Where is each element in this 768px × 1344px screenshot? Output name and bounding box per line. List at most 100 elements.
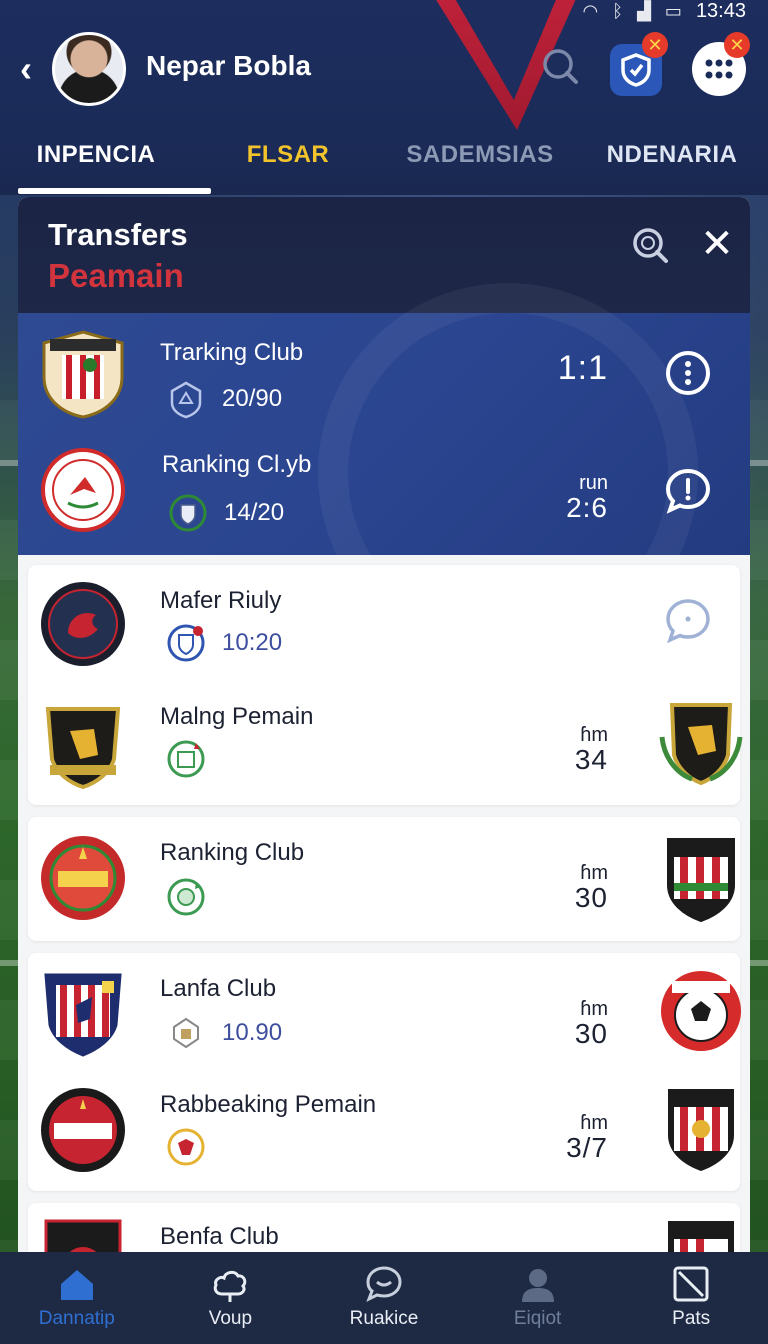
score-value: 34 bbox=[574, 744, 608, 775]
list-item[interactable]: Trarking Club 20/90 1:1 bbox=[18, 313, 750, 431]
more-icon[interactable] bbox=[664, 349, 712, 397]
nav-label: Voup bbox=[208, 1308, 253, 1329]
row-value: 10:20 bbox=[222, 629, 283, 656]
nav-label: Pats bbox=[672, 1308, 711, 1329]
badge-icon bbox=[170, 381, 202, 419]
row-subinfo: 20/90 bbox=[166, 379, 282, 419]
row-subinfo bbox=[166, 739, 206, 779]
cloud-icon bbox=[214, 1270, 247, 1302]
club-crest-icon bbox=[41, 1088, 125, 1172]
status-time: 13:43 bbox=[695, 0, 746, 22]
profile-icon bbox=[521, 1269, 554, 1302]
search-icon[interactable] bbox=[630, 225, 670, 265]
score: run 2:6 bbox=[538, 473, 608, 523]
score: ɦm 3/7 bbox=[548, 1113, 608, 1163]
club-crest-icon bbox=[41, 448, 125, 532]
club-crest-icon bbox=[661, 971, 741, 1051]
active-tab-indicator bbox=[18, 188, 211, 194]
panel-header: Transfers Peamain ✕ bbox=[18, 197, 750, 315]
row-subinfo: 10.90 bbox=[166, 1013, 282, 1053]
result-card: Lanfa Club 10.90 ɦm 30 Rabbeaking Pemain… bbox=[28, 953, 741, 1191]
tab-flsar[interactable]: FLSAR bbox=[192, 132, 384, 188]
nav-item-pats[interactable]: Pats bbox=[614, 1252, 768, 1344]
nav-item-ruakice[interactable]: Ruakice bbox=[307, 1252, 461, 1344]
club-crest-icon bbox=[41, 582, 125, 666]
nav-label: Eiqiot bbox=[513, 1308, 562, 1329]
result-card: Benfa Club bbox=[28, 1203, 740, 1257]
wifi-icon: ◠ bbox=[582, 0, 599, 21]
list-item[interactable]: Ranking Cl.yb 14/20 run 2:6 bbox=[18, 433, 750, 551]
score: ɦm 30 bbox=[548, 863, 608, 913]
chat-icon[interactable] bbox=[664, 467, 712, 515]
signal-icon: ▟ bbox=[637, 0, 651, 21]
user-name: Nepar Bobla bbox=[146, 50, 311, 81]
nav-item-voup[interactable]: Voup bbox=[154, 1252, 308, 1344]
club-crest-icon bbox=[659, 703, 743, 786]
badge-icon bbox=[169, 494, 207, 532]
row-value: 10.90 bbox=[222, 1019, 283, 1046]
highlight-card: Trarking Club 20/90 1:1 Ranking Cl.yb 14… bbox=[18, 283, 750, 663]
score-value: 30 bbox=[574, 1018, 608, 1049]
tab-inpencia[interactable]: INPENCIA bbox=[0, 132, 192, 188]
battery-icon: ▭ bbox=[664, 0, 682, 21]
score-value: 3/7 bbox=[566, 1132, 608, 1163]
score: ɦm 30 bbox=[548, 999, 608, 1049]
back-arrow-icon[interactable]: ‹ bbox=[20, 51, 48, 87]
dots-grid-icon bbox=[705, 59, 733, 79]
score-value: 2:6 bbox=[566, 492, 608, 523]
club-crest-icon bbox=[41, 836, 125, 920]
row-value: 20/90 bbox=[222, 385, 283, 412]
tab-sademsias[interactable]: SADEMSIAS bbox=[384, 132, 576, 188]
avatar[interactable] bbox=[52, 32, 126, 106]
tab-ndenaria[interactable]: NDENARIA bbox=[576, 132, 768, 188]
notification-badge-icon: ✕ bbox=[724, 32, 750, 58]
notification-badge-icon: ✕ bbox=[642, 32, 668, 58]
home-icon bbox=[60, 1270, 93, 1300]
row-name: Mafer Riuly bbox=[160, 587, 282, 614]
list-item[interactable]: Mafer Riuly 10:20 bbox=[18, 565, 750, 683]
row-name: Ranking Club bbox=[160, 839, 305, 866]
score-label: ɦm bbox=[580, 1112, 608, 1134]
club-crest-icon bbox=[668, 1221, 734, 1257]
row-name: Lanfa Club bbox=[160, 975, 277, 1002]
row-name: Rabbeaking Pemain bbox=[160, 1091, 377, 1118]
transfers-panel: Transfers Peamain ✕ Trarking Club 20/90 … bbox=[18, 197, 750, 1257]
score-label: ɦm bbox=[580, 998, 608, 1020]
badge-icon bbox=[167, 740, 205, 778]
shield-icon bbox=[621, 53, 651, 87]
row-name: Malng Pemain bbox=[160, 703, 314, 730]
tab-bar: INPENCIA FLSAR SADEMSIAS NDENARIA bbox=[0, 132, 768, 188]
score-label: run bbox=[579, 472, 608, 494]
list-item[interactable]: Malng Pemain ɦm 34 bbox=[18, 683, 750, 801]
nav-item-eiqiot[interactable]: Eiqiot bbox=[461, 1252, 615, 1344]
badge-icon bbox=[173, 1017, 199, 1049]
row-value: 14/20 bbox=[224, 499, 285, 526]
score-label: ɦm bbox=[580, 724, 608, 746]
score-value: 30 bbox=[574, 882, 608, 913]
club-crest-icon bbox=[42, 330, 124, 419]
list-item[interactable]: Rabbeaking Pemain ɦm 3/7 bbox=[18, 1071, 750, 1189]
close-icon[interactable]: ✕ bbox=[700, 224, 734, 264]
score: 1:1 bbox=[538, 351, 608, 385]
club-crest-icon bbox=[667, 838, 735, 923]
panel-subtitle: Peamain bbox=[48, 257, 184, 294]
badge-icon bbox=[167, 1128, 205, 1166]
search-icon[interactable] bbox=[540, 46, 580, 86]
list-item[interactable]: Benfa Club bbox=[18, 1203, 750, 1257]
row-subinfo: 14/20 bbox=[168, 493, 284, 533]
bottom-navigation: Dannatip Voup Ruakice Eiqiot Pats bbox=[0, 1252, 768, 1344]
row-name: Ranking Cl.yb bbox=[162, 451, 312, 478]
row-name: Trarking Club bbox=[160, 339, 304, 366]
list-item[interactable]: Lanfa Club 10.90 ɦm 30 bbox=[18, 953, 750, 1071]
nav-label: Dannatip bbox=[38, 1308, 115, 1329]
result-card: Ranking Club ɦm 30 bbox=[28, 817, 740, 941]
row-subinfo bbox=[166, 1127, 206, 1167]
score-label: ɦm bbox=[580, 862, 608, 884]
panel-title: Transfers bbox=[48, 217, 188, 252]
bluetooth-icon: ᛒ bbox=[612, 0, 624, 21]
list-item[interactable]: Ranking Club ɦm 30 bbox=[18, 817, 750, 935]
nav-item-dannatip[interactable]: Dannatip bbox=[0, 1252, 154, 1344]
chat-icon bbox=[366, 1266, 402, 1303]
row-subinfo: 10:20 bbox=[166, 623, 282, 663]
chat-icon[interactable] bbox=[664, 597, 712, 645]
